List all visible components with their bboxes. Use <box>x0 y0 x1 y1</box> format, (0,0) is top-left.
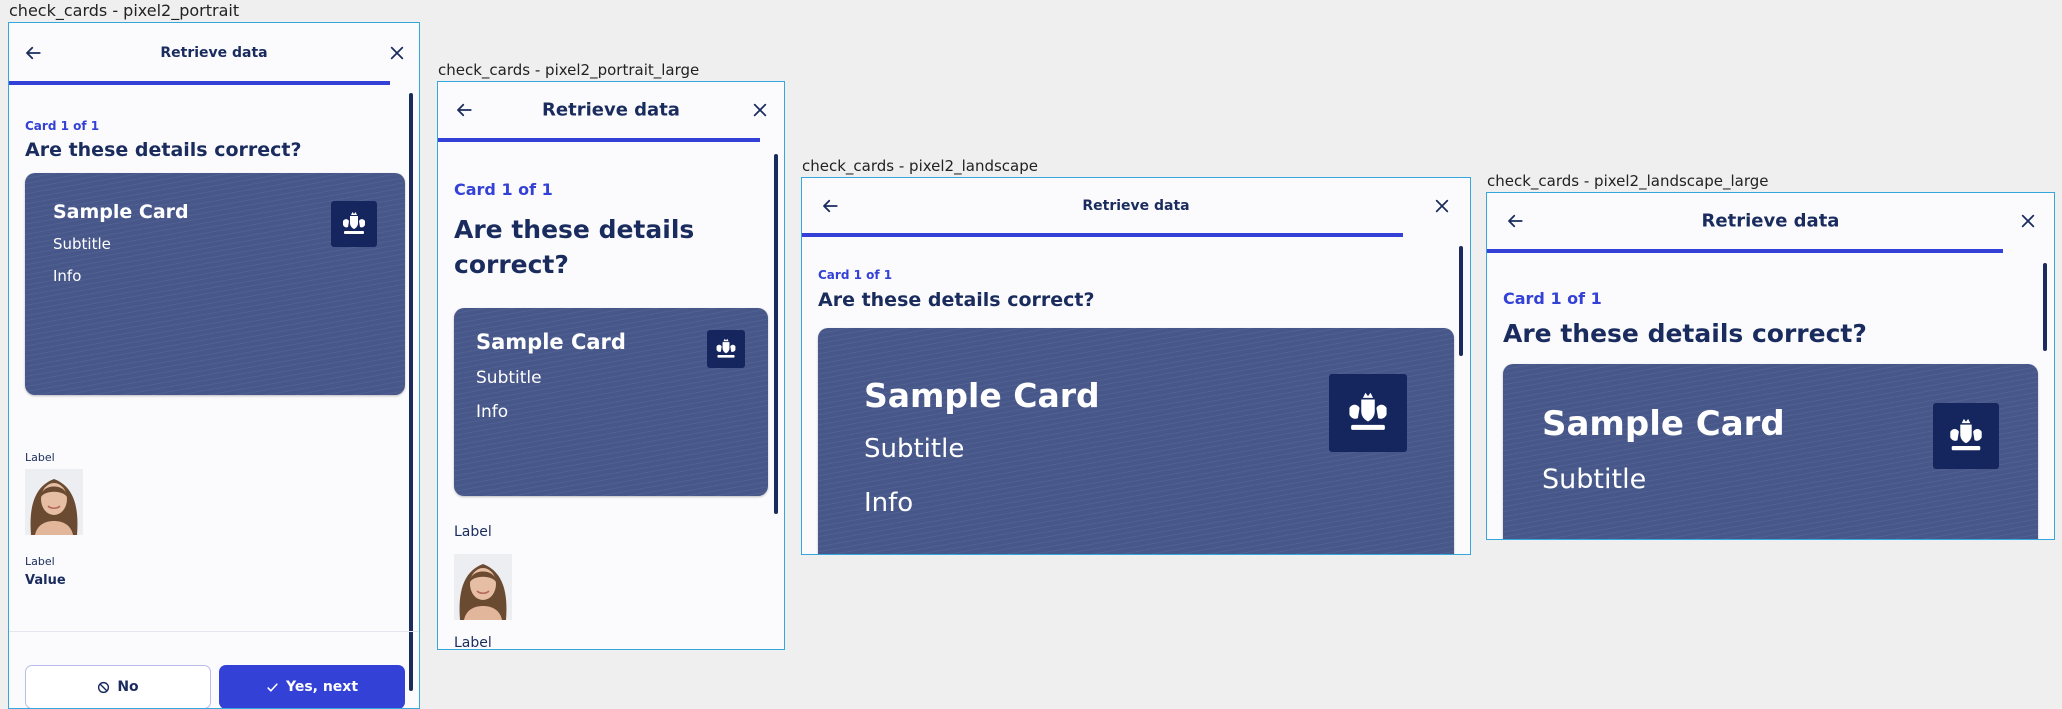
coat-of-arms-icon <box>1329 374 1407 452</box>
scrollbar[interactable] <box>2043 263 2047 351</box>
phone-frame: Retrieve data Card 1 of 1 Are these deta… <box>1486 192 2055 540</box>
sample-card: Sample Card Subtitle Info <box>818 328 1454 554</box>
question-heading: Are these details correct? <box>454 215 695 279</box>
step-indicator: Card 1 of 1 <box>818 268 893 282</box>
footer-divider <box>9 631 419 632</box>
card-title: Sample Card <box>53 201 189 223</box>
close-icon <box>1435 199 1449 213</box>
portrait-photo <box>454 554 512 620</box>
golden-caption: check_cards - pixel2_landscape <box>801 155 1471 177</box>
scrollbar[interactable] <box>774 154 778 514</box>
screen-title: Retrieve data <box>160 45 268 61</box>
close-icon <box>2021 214 2035 228</box>
golden-portrait: check_cards - pixel2_portrait Retrieve d… <box>8 0 420 709</box>
progress-fill <box>1487 249 2003 253</box>
card-info: Info <box>864 488 914 518</box>
no-button[interactable]: No <box>25 665 211 708</box>
sample-card: Sample Card Subtitle Info <box>25 173 405 395</box>
progress-bar <box>1487 249 2054 253</box>
progress-fill <box>9 81 391 85</box>
card-subtitle: Subtitle <box>864 434 965 464</box>
field-value: Value <box>25 573 66 588</box>
field-label: Label <box>454 635 492 650</box>
card-info: Info <box>53 267 82 285</box>
golden-caption: check_cards - pixel2_portrait_large <box>437 59 785 81</box>
progress-bar <box>9 81 419 85</box>
card-title: Sample Card <box>476 330 626 354</box>
card-subtitle: Subtitle <box>476 368 542 388</box>
check-icon <box>267 682 278 692</box>
golden-caption: check_cards - pixel2_landscape_large <box>1486 170 2055 192</box>
no-button-label: No <box>117 679 139 695</box>
progress-bar <box>802 233 1470 237</box>
question-heading: Are these details correct? <box>1503 319 1867 348</box>
close-button[interactable] <box>2016 209 2040 233</box>
card-subtitle: Subtitle <box>53 235 111 253</box>
phone-frame: Retrieve data Card 1 of 1 Are these deta… <box>8 22 420 709</box>
close-icon <box>390 46 404 60</box>
sample-card: Sample Card Subtitle <box>1503 364 2038 539</box>
app-bar: Retrieve data <box>802 178 1470 234</box>
close-button[interactable] <box>385 41 409 65</box>
question-heading: Are these details correct? <box>25 139 302 161</box>
card-title: Sample Card <box>1542 404 1785 444</box>
portrait-photo <box>25 469 83 535</box>
golden-landscape-large: check_cards - pixel2_landscape_large Ret… <box>1486 170 2055 540</box>
coat-of-arms-icon <box>1933 403 1999 469</box>
close-button[interactable] <box>1430 194 1454 218</box>
app-bar: Retrieve data <box>438 82 784 138</box>
close-icon <box>753 103 767 117</box>
card-info: Info <box>476 402 509 422</box>
app-bar: Retrieve data <box>9 23 419 83</box>
screen-title: Retrieve data <box>542 99 680 121</box>
progress-fill <box>802 233 1404 237</box>
coat-of-arms-icon <box>331 201 377 247</box>
scrollbar[interactable] <box>409 93 413 691</box>
yes-button-label: Yes, next <box>285 679 359 695</box>
app-bar: Retrieve data <box>1487 193 2054 249</box>
progress-fill <box>438 138 760 142</box>
step-indicator: Card 1 of 1 <box>454 180 553 199</box>
scrollbar[interactable] <box>1459 246 1463 356</box>
golden-caption: check_cards - pixel2_portrait <box>8 0 420 22</box>
field-label: Label <box>25 555 55 568</box>
screen-title: Retrieve data <box>1082 198 1190 214</box>
golden-portrait-large: check_cards - pixel2_portrait_large Retr… <box>437 59 785 650</box>
yes-next-button[interactable]: Yes, next <box>219 665 405 708</box>
golden-landscape: check_cards - pixel2_landscape Retrieve … <box>801 155 1471 555</box>
photo-label: Label <box>454 524 492 540</box>
step-indicator: Card 1 of 1 <box>1503 289 1602 308</box>
coat-of-arms-icon <box>707 330 745 368</box>
phone-frame: Retrieve data Card 1 of 1 Are these deta… <box>437 81 785 650</box>
step-indicator: Card 1 of 1 <box>25 119 100 133</box>
phone-frame: Retrieve data Card 1 of 1 Are these deta… <box>801 177 1471 555</box>
photo-label: Label <box>25 451 55 464</box>
progress-bar <box>438 138 784 142</box>
sample-card: Sample Card Subtitle Info <box>454 308 768 496</box>
close-button[interactable] <box>748 98 772 122</box>
question-heading: Are these details correct? <box>818 289 1095 311</box>
block-icon <box>98 681 110 693</box>
card-subtitle: Subtitle <box>1542 464 1647 495</box>
card-title: Sample Card <box>864 376 1100 415</box>
screen-title: Retrieve data <box>1701 210 1840 232</box>
